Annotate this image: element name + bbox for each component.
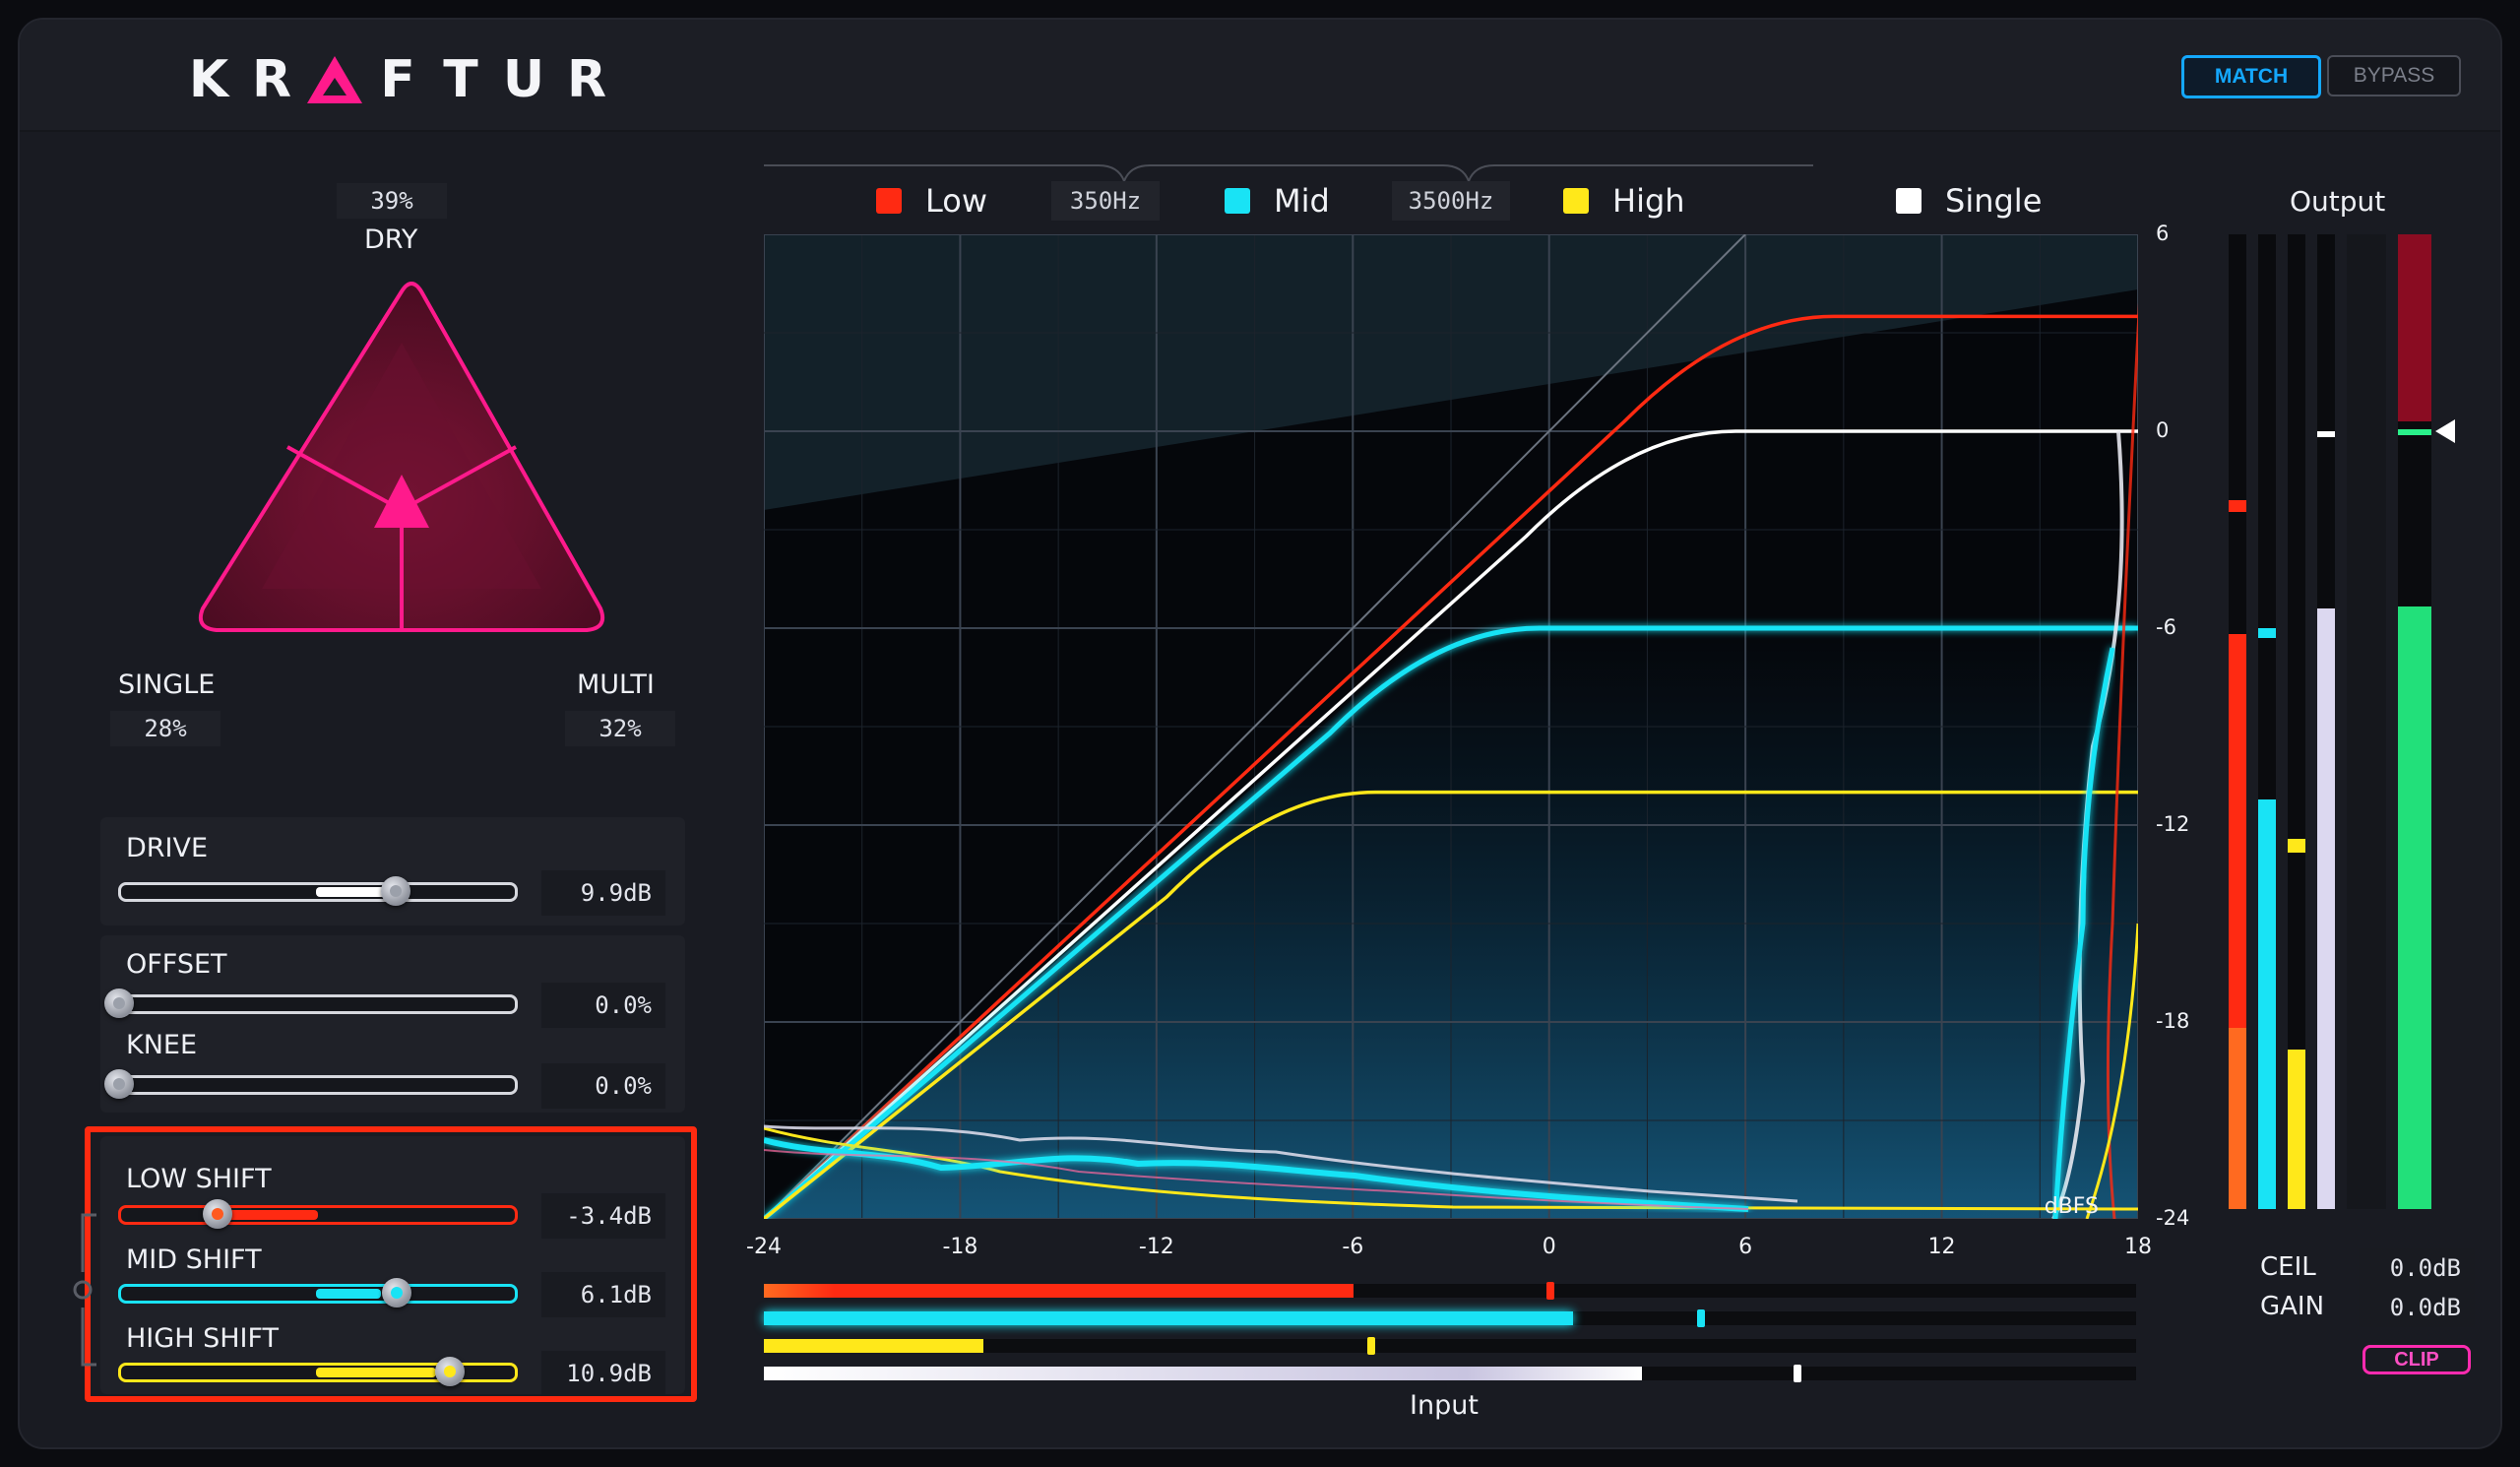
y-tick-label: 0	[2156, 418, 2170, 442]
high-input-peak-marker	[1367, 1337, 1376, 1355]
transfer-curve-graph[interactable]: dBFS	[764, 234, 2138, 1219]
offset-value[interactable]: 0.0%	[541, 983, 665, 1028]
low-input-peak-marker	[1545, 1282, 1554, 1300]
single-value[interactable]: 28%	[110, 711, 220, 746]
x-tick-label: 0	[1542, 1235, 1556, 1259]
legend-mid-label: Mid	[1274, 182, 1330, 220]
clip-button[interactable]: CLIP	[2362, 1345, 2471, 1374]
y-tick-label: -6	[2156, 615, 2176, 639]
drive-slider-knob[interactable]	[381, 876, 410, 906]
output-scale	[2347, 234, 2386, 1209]
ceil-value[interactable]: 0.0dB	[2359, 1248, 2475, 1288]
dry-value[interactable]: 39%	[337, 183, 447, 219]
dbfs-label: dBFS	[2045, 1194, 2099, 1219]
low-input-meter	[764, 1282, 2136, 1300]
offset-slider-track[interactable]	[118, 994, 518, 1014]
input-label: Input	[1410, 1390, 1479, 1421]
offset-label: OFFSET	[126, 949, 227, 980]
multi-label: MULTI	[577, 670, 655, 700]
logo-letter-k: K	[188, 50, 229, 109]
match-button[interactable]: MATCH	[2181, 55, 2321, 98]
logo-letter-u: U	[502, 50, 545, 109]
legend-high[interactable]: High	[1563, 181, 1685, 221]
header-bar: K R F T U R MATCH BYPASS	[20, 20, 2500, 132]
crossover-bracket	[764, 164, 1813, 184]
offset-knee-panel: OFFSET 0.0% KNEE 0.0%	[100, 935, 685, 1113]
single-swatch	[1896, 188, 1922, 214]
legend-mid[interactable]: Mid	[1225, 181, 1330, 221]
ceil-label: CEIL	[2260, 1252, 2316, 1282]
high-input-meter-fill	[764, 1339, 984, 1353]
y-tick-label: -12	[2156, 812, 2190, 836]
link-bracket-icon[interactable]	[71, 1201, 100, 1378]
low-input-meter-fill	[764, 1284, 1354, 1298]
gain-value[interactable]: 0.0dB	[2359, 1288, 2475, 1327]
logo-letter-f: F	[380, 50, 415, 109]
drive-value[interactable]: 9.9dB	[541, 870, 665, 916]
legend-high-label: High	[1612, 182, 1685, 220]
multi-value[interactable]: 32%	[565, 711, 675, 746]
single-input-meter	[764, 1365, 2136, 1382]
logo: K R F T U R	[177, 45, 618, 114]
legend-single-label: Single	[1945, 182, 2043, 220]
x-tick-label: 18	[2124, 1235, 2152, 1259]
single-input-peak-marker	[1793, 1365, 1801, 1382]
shift-highlight-box	[85, 1126, 697, 1402]
x-tick-label: -24	[746, 1235, 782, 1259]
logo-letter-r2: R	[566, 50, 607, 109]
x-tick-label: -18	[942, 1235, 978, 1259]
mix-triangle[interactable]	[177, 264, 626, 670]
legend-single[interactable]: Single	[1896, 181, 2042, 221]
mid-swatch	[1225, 188, 1250, 214]
mid-input-peak-marker	[1696, 1309, 1705, 1327]
output-meter-mid	[2258, 234, 2276, 1209]
knee-label: KNEE	[126, 1030, 198, 1060]
low-swatch	[876, 188, 902, 214]
output-meter-high	[2288, 234, 2305, 1209]
output-title: Output	[2290, 185, 2386, 218]
drive-panel: DRIVE 9.9dB	[100, 817, 685, 925]
x-tick-label: 12	[1927, 1235, 1956, 1259]
knee-slider-track[interactable]	[118, 1075, 518, 1095]
y-tick-label: 6	[2156, 222, 2170, 245]
high-input-meter	[764, 1337, 2136, 1355]
knee-value[interactable]: 0.0%	[541, 1063, 665, 1109]
bypass-button[interactable]: BYPASS	[2327, 55, 2461, 96]
plugin-window: K R F T U R MATCH BYPASS 39% DRY SINGLE …	[18, 18, 2502, 1449]
x-tick-label: -6	[1342, 1235, 1364, 1259]
y-tick-label: -18	[2156, 1009, 2190, 1033]
output-meter-low	[2229, 234, 2246, 1209]
x-tick-label: 6	[1738, 1235, 1753, 1259]
mid-input-meter-fill	[764, 1311, 1574, 1325]
offset-slider-knob[interactable]	[104, 989, 134, 1018]
legend-low-label: Low	[925, 182, 988, 220]
ceiling-marker-icon[interactable]	[2433, 417, 2457, 445]
legend-low[interactable]: Low	[876, 181, 987, 221]
crossover-mid-high[interactable]: 3500Hz	[1392, 181, 1510, 221]
drive-slider-track[interactable]	[118, 882, 518, 902]
logo-letter-t: T	[443, 50, 478, 109]
high-swatch	[1563, 188, 1589, 214]
x-tick-label: -12	[1138, 1235, 1174, 1259]
y-tick-label: -24	[2156, 1206, 2190, 1230]
single-input-meter-fill	[764, 1367, 1643, 1380]
logo-letter-r: R	[251, 50, 292, 109]
single-label: SINGLE	[118, 670, 216, 700]
logo-triangle-icon	[307, 56, 362, 103]
crossover-low-mid[interactable]: 350Hz	[1051, 181, 1160, 221]
dry-label: DRY	[364, 224, 418, 255]
knee-slider-knob[interactable]	[104, 1069, 134, 1099]
drive-label: DRIVE	[126, 833, 209, 863]
output-meter-single	[2317, 234, 2335, 1209]
mid-input-meter	[764, 1309, 2136, 1327]
output-meter-master	[2398, 234, 2431, 1209]
gain-label: GAIN	[2260, 1292, 2325, 1321]
